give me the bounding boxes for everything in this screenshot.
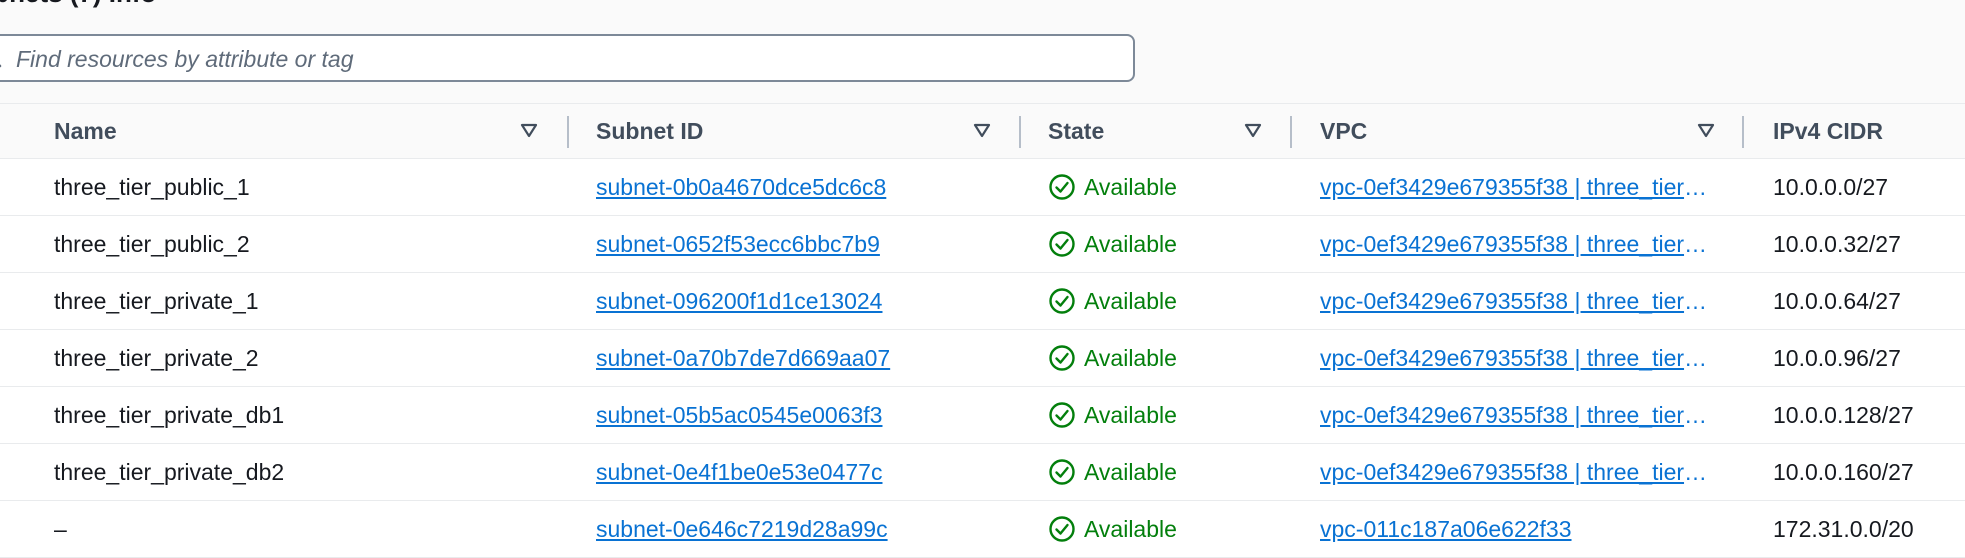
subnet-id-link[interactable]: subnet-0e646c7219d28a99c xyxy=(596,516,888,543)
table-row[interactable]: three_tier_private_1 subnet-096200f1d1ce… xyxy=(0,273,1965,330)
status-success-check-circle-icon xyxy=(1049,345,1075,371)
vpc-link[interactable]: vpc-011c187a06e622f33 xyxy=(1320,516,1572,543)
vpc-link[interactable]: vpc-0ef3429e679355f38 | three_tier_vpc xyxy=(1320,459,1718,486)
vpc-link[interactable]: vpc-0ef3429e679355f38 | three_tier_vpc xyxy=(1320,174,1718,201)
subnet-id-link[interactable]: subnet-0652f53ecc6bbc7b9 xyxy=(596,231,880,258)
column-header-vpc[interactable]: VPC xyxy=(1320,104,1367,158)
table-header-area: Subnets (7) Info xyxy=(0,0,1965,104)
table-row[interactable]: three_tier_public_1 subnet-0b0a4670dce5d… xyxy=(0,159,1965,216)
subnet-name: three_tier_private_db1 xyxy=(54,401,285,428)
search-field[interactable] xyxy=(0,34,1135,82)
table-header-row: Name Subnet ID State VPC IPv4 CIDR xyxy=(0,104,1965,159)
table-row[interactable]: three_tier_private_db2 subnet-0e4f1be0e5… xyxy=(0,444,1965,501)
status-indicator: Available xyxy=(1048,273,1177,329)
status-indicator: Available xyxy=(1048,330,1177,386)
subnet-id-link[interactable]: subnet-0a70b7de7d669aa07 xyxy=(596,345,890,372)
subnet-id-link[interactable]: subnet-0b0a4670dce5dc6c8 xyxy=(596,174,886,201)
subnet-name: three_tier_private_2 xyxy=(54,344,259,371)
subnet-name: three_tier_private_db2 xyxy=(54,458,285,485)
status-indicator: Available xyxy=(1048,387,1177,443)
state-label: Available xyxy=(1084,230,1177,257)
vpc-link[interactable]: vpc-0ef3429e679355f38 | three_tier_vpc xyxy=(1320,288,1718,315)
column-header-subnet-id[interactable]: Subnet ID xyxy=(596,104,703,158)
ipv4-cidr: 172.31.0.0/20 xyxy=(1773,515,1914,542)
status-success-check-circle-icon xyxy=(1049,288,1075,314)
status-success-check-circle-icon xyxy=(1049,459,1075,485)
column-header-state[interactable]: State xyxy=(1048,104,1104,158)
state-label: Available xyxy=(1084,344,1177,371)
search-icon xyxy=(0,64,2,68)
sort-caret-down-icon[interactable] xyxy=(1244,122,1262,138)
ipv4-cidr: 10.0.0.128/27 xyxy=(1773,401,1914,428)
subnets-table: Name Subnet ID State VPC IPv4 CIDR three… xyxy=(0,104,1965,558)
state-label: Available xyxy=(1084,173,1177,200)
state-label: Available xyxy=(1084,287,1177,314)
search-input[interactable] xyxy=(14,36,1118,82)
status-indicator: Available xyxy=(1048,501,1177,557)
ipv4-cidr: 10.0.0.96/27 xyxy=(1773,344,1901,371)
vpc-link[interactable]: vpc-0ef3429e679355f38 | three_tier_vpc xyxy=(1320,345,1718,372)
status-indicator: Available xyxy=(1048,159,1177,215)
column-resize-handle[interactable] xyxy=(1742,116,1744,148)
column-resize-handle[interactable] xyxy=(1290,116,1292,148)
vpc-link[interactable]: vpc-0ef3429e679355f38 | three_tier_vpc xyxy=(1320,402,1718,429)
subnet-id-link[interactable]: subnet-096200f1d1ce13024 xyxy=(596,288,882,315)
column-header-name[interactable]: Name xyxy=(54,104,117,158)
status-success-check-circle-icon xyxy=(1049,231,1075,257)
page-title: Subnets (7) Info xyxy=(0,0,156,9)
sort-caret-down-icon[interactable] xyxy=(1697,122,1715,138)
status-success-check-circle-icon xyxy=(1049,402,1075,428)
state-label: Available xyxy=(1084,458,1177,485)
subnet-name: three_tier_private_1 xyxy=(54,287,259,314)
subnet-id-link[interactable]: subnet-05b5ac0545e0063f3 xyxy=(596,402,882,429)
ipv4-cidr: 10.0.0.64/27 xyxy=(1773,287,1901,314)
status-indicator: Available xyxy=(1048,444,1177,500)
column-resize-handle[interactable] xyxy=(1019,116,1021,148)
subnet-name: three_tier_public_2 xyxy=(54,230,250,257)
sort-caret-down-icon[interactable] xyxy=(973,122,991,138)
subnet-name: three_tier_public_1 xyxy=(54,173,250,200)
sort-caret-down-icon[interactable] xyxy=(520,122,538,138)
ipv4-cidr: 10.0.0.160/27 xyxy=(1773,458,1914,485)
status-success-check-circle-icon xyxy=(1049,174,1075,200)
status-success-check-circle-icon xyxy=(1049,516,1075,542)
vpc-link[interactable]: vpc-0ef3429e679355f38 | three_tier_vpc xyxy=(1320,231,1718,258)
table-row[interactable]: three_tier_public_2 subnet-0652f53ecc6bb… xyxy=(0,216,1965,273)
state-label: Available xyxy=(1084,515,1177,542)
subnet-id-link[interactable]: subnet-0e4f1be0e53e0477c xyxy=(596,459,882,486)
table-row[interactable]: three_tier_private_db1 subnet-05b5ac0545… xyxy=(0,387,1965,444)
status-indicator: Available xyxy=(1048,216,1177,272)
table-row[interactable]: three_tier_private_2 subnet-0a70b7de7d66… xyxy=(0,330,1965,387)
ipv4-cidr: 10.0.0.0/27 xyxy=(1773,173,1889,200)
state-label: Available xyxy=(1084,401,1177,428)
column-header-ipv4-cidr[interactable]: IPv4 CIDR xyxy=(1773,104,1883,158)
table-row[interactable]: – subnet-0e646c7219d28a99c Available vpc… xyxy=(0,501,1965,558)
column-resize-handle[interactable] xyxy=(567,116,569,148)
ipv4-cidr: 10.0.0.32/27 xyxy=(1773,230,1901,257)
subnet-name: – xyxy=(54,515,67,542)
